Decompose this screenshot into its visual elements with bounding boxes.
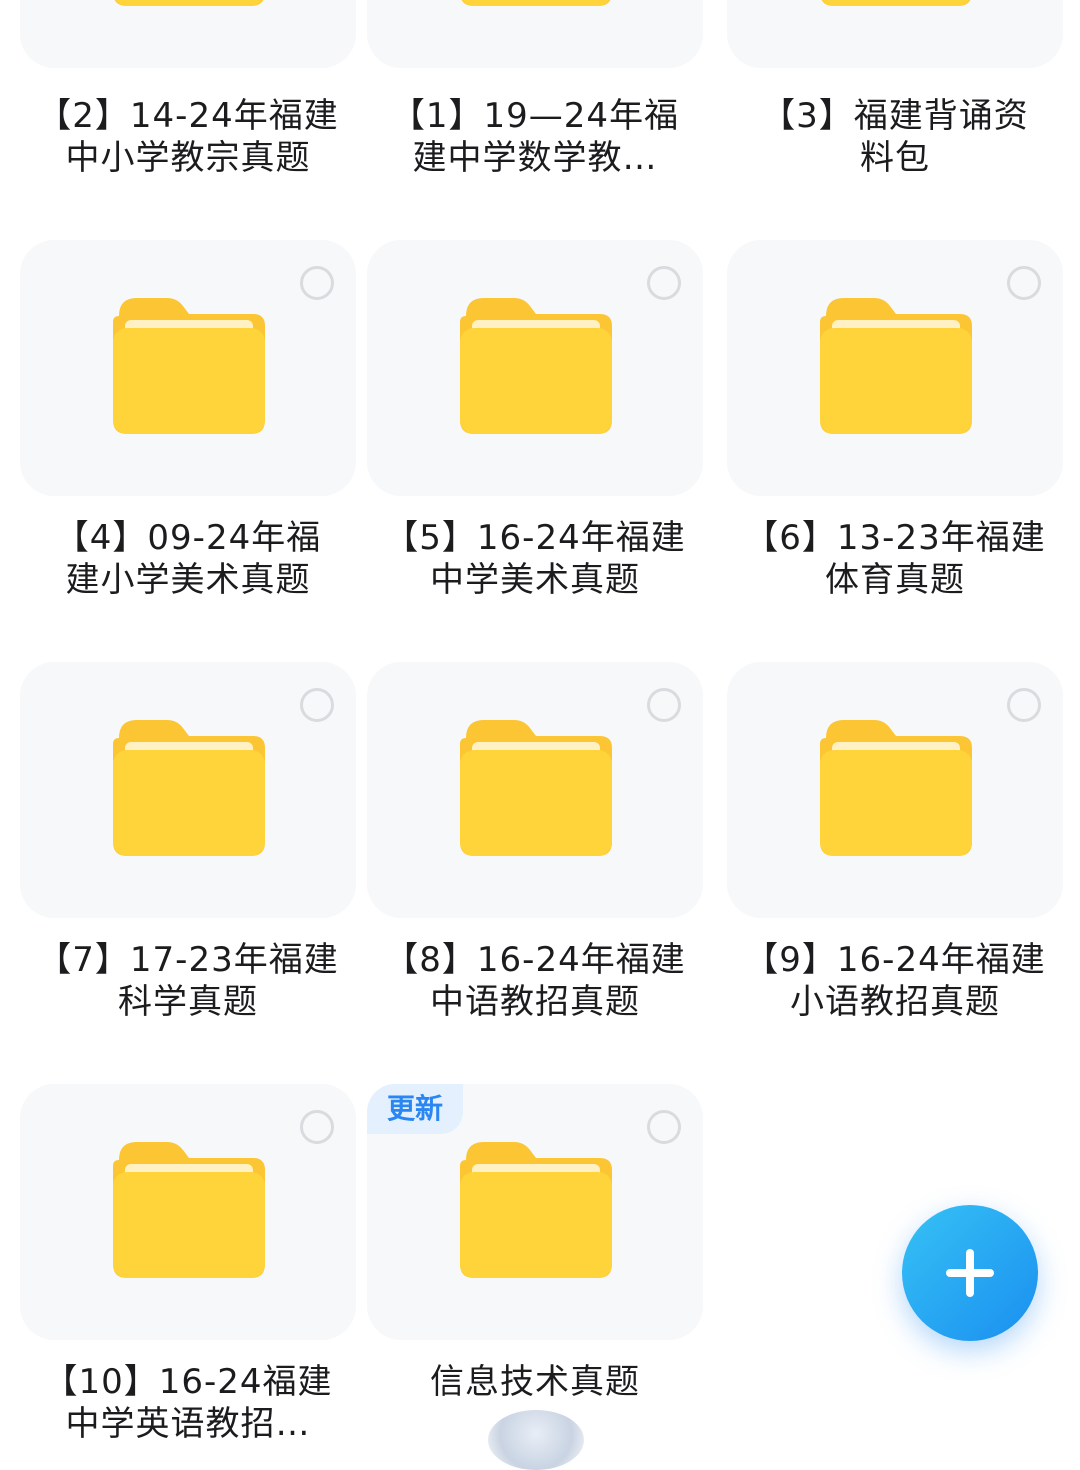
folder-label[interactable]: 【2】14-24年福建 中小学教宗真题 (18, 95, 358, 179)
folder-card[interactable] (20, 0, 356, 68)
folder-label-line1: 【1】19—24年福 (390, 96, 680, 136)
folder-label[interactable]: 【10】16-24福建 中学英语教招… (18, 1361, 358, 1445)
folder-label-line1: 【7】17-23年福建 (37, 940, 339, 980)
select-circle-icon[interactable] (647, 688, 681, 722)
folder-card[interactable] (727, 662, 1063, 918)
folder-label-line2: 中小学教宗真题 (65, 138, 311, 178)
folder-card[interactable]: 更新 (367, 1084, 703, 1340)
folder-label-line2: 中学美术真题 (430, 560, 640, 600)
select-circle-icon[interactable] (1007, 688, 1041, 722)
folder-label-line2: 中学英语教招… (65, 1404, 311, 1444)
folder-label-line2: 小语教招真题 (790, 982, 1000, 1022)
folder-label[interactable]: 【4】09-24年福 建小学美术真题 (18, 517, 358, 601)
folder-label[interactable]: 【8】16-24年福建 中语教招真题 (365, 939, 705, 1023)
folder-label[interactable]: 【1】19—24年福 建中学数学教… (365, 95, 705, 179)
folder-card[interactable] (20, 662, 356, 918)
update-badge: 更新 (367, 1084, 463, 1134)
folder-label-line1: 【3】福建背诵资 (761, 96, 1029, 136)
folder-icon (114, 0, 264, 6)
folder-icon (461, 0, 611, 6)
select-circle-icon[interactable] (1007, 266, 1041, 300)
plus-icon (966, 1249, 974, 1297)
folder-label-line2: 科学真题 (118, 982, 258, 1022)
folder-label-line1: 【10】16-24福建 (43, 1362, 333, 1402)
folder-label-line2: 中语教招真题 (430, 982, 640, 1022)
folder-icon (460, 298, 612, 434)
select-circle-icon[interactable] (300, 688, 334, 722)
folder-icon (820, 298, 972, 434)
folder-label-line1: 【8】16-24年福建 (384, 940, 686, 980)
folder-label-line2: 建小学美术真题 (65, 560, 311, 600)
folder-label-line1: 【4】09-24年福 (54, 518, 322, 558)
select-circle-icon[interactable] (300, 1110, 334, 1144)
folder-label-line1: 信息技术真题 (430, 1362, 640, 1402)
folder-label-line1: 【9】16-24年福建 (744, 940, 1046, 980)
folder-icon (820, 720, 972, 856)
select-circle-icon[interactable] (647, 1110, 681, 1144)
folder-icon (460, 720, 612, 856)
select-circle-icon[interactable] (300, 266, 334, 300)
folder-icon (460, 1142, 612, 1278)
folder-label-line1: 【5】16-24年福建 (384, 518, 686, 558)
folder-label[interactable]: 信息技术真题 (365, 1361, 705, 1403)
add-button[interactable] (902, 1205, 1038, 1341)
folder-icon (113, 720, 265, 856)
folder-label[interactable]: 【5】16-24年福建 中学美术真题 (365, 517, 705, 601)
folder-card[interactable] (727, 240, 1063, 496)
folder-label-line1: 【2】14-24年福建 (37, 96, 339, 136)
select-circle-icon[interactable] (647, 266, 681, 300)
folder-card[interactable] (367, 240, 703, 496)
folder-label[interactable]: 【7】17-23年福建 科学真题 (18, 939, 358, 1023)
folder-label[interactable]: 【6】13-23年福建 体育真题 (725, 517, 1065, 601)
folder-label-line2: 体育真题 (825, 560, 965, 600)
folder-card[interactable] (20, 240, 356, 496)
folder-label[interactable]: 【3】福建背诵资 料包 (725, 95, 1065, 179)
folder-icon (821, 0, 971, 6)
folder-icon (113, 1142, 265, 1278)
folder-label[interactable]: 【9】16-24年福建 小语教招真题 (725, 939, 1065, 1023)
folder-label-line2: 建中学数学教… (412, 138, 658, 178)
folder-card[interactable] (727, 0, 1063, 68)
folder-icon (113, 298, 265, 434)
partial-avatar-icon (488, 1410, 584, 1470)
folder-card[interactable] (367, 0, 703, 68)
folder-card[interactable] (367, 662, 703, 918)
folder-label-line2: 料包 (860, 138, 930, 178)
folder-label-line1: 【6】13-23年福建 (744, 518, 1046, 558)
folder-card[interactable] (20, 1084, 356, 1340)
